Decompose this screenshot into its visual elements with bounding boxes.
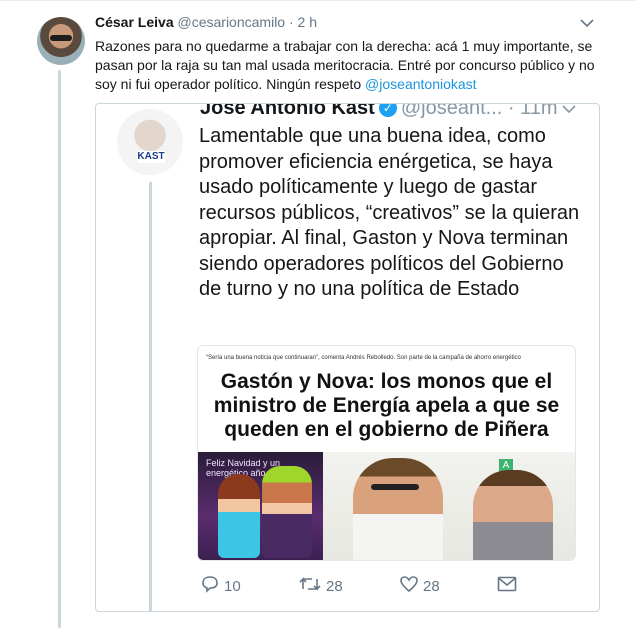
like-count: 28: [423, 577, 440, 595]
cartoon-girl: [218, 474, 260, 558]
photo-glasses: [371, 484, 419, 490]
avatar[interactable]: [37, 17, 85, 65]
quoted-chevron-down-icon[interactable]: [562, 104, 576, 119]
quoted-thread-line: [149, 182, 152, 611]
top-divider: [0, 0, 635, 1]
article-kicker: “Sería una buena noticia que continuaran…: [206, 355, 521, 361]
timestamp[interactable]: 2 h: [298, 14, 317, 30]
retweet-icon: [298, 575, 322, 598]
action-bar: 10 28 28: [96, 574, 599, 598]
photo-person-left: [353, 458, 443, 560]
avatar-glasses: [50, 35, 72, 41]
reply-button[interactable]: 10: [200, 574, 241, 598]
reply-count: 10: [224, 577, 241, 595]
retweet-button[interactable]: 28: [298, 574, 343, 598]
tweet-text-body: Razones para no quedarme a trabajar con …: [95, 38, 595, 92]
article-headline: Gastón y Nova: los monos que el ministro…: [213, 370, 560, 441]
heart-icon: [399, 575, 419, 598]
retweet-count: 28: [326, 577, 343, 595]
user-handle[interactable]: @cesarioncamilo: [178, 14, 286, 30]
thread-line: [58, 70, 61, 628]
quoted-display-name[interactable]: José Antonio Kast: [200, 104, 375, 119]
envelope-icon: [497, 576, 517, 596]
article-image[interactable]: “Sería una buena noticia que continuaran…: [197, 345, 576, 561]
reply-icon: [200, 575, 220, 598]
verified-icon: ✓: [378, 104, 397, 117]
cartoon-image: Feliz Navidad y un energético año nuevo: [198, 452, 323, 560]
quoted-timestamp[interactable]: 11m: [520, 104, 557, 119]
like-button[interactable]: 28: [399, 574, 440, 598]
separator-dot: ·: [288, 14, 294, 30]
quoted-separator: ·: [507, 103, 515, 119]
photo-image: A: [323, 452, 575, 560]
photo-person-right: [473, 470, 553, 560]
mention-link[interactable]: @joseantoniokast: [365, 76, 477, 92]
quoted-tweet-card[interactable]: KAST José Antonio Kast ✓ @joseant... · 11m…: [95, 103, 600, 612]
quoted-tweet-text: Lamentable que una buena idea, como prom…: [199, 125, 580, 300]
direct-message-button[interactable]: [497, 574, 517, 598]
tweet-text: Razones para no quedarme a trabajar con …: [95, 37, 600, 94]
display-name[interactable]: César Leiva: [95, 14, 174, 30]
quoted-avatar[interactable]: KAST: [117, 109, 183, 175]
chevron-down-icon[interactable]: [580, 16, 596, 30]
quoted-header: José Antonio Kast ✓ @joseant... · 11m: [200, 103, 558, 120]
kast-logo: KAST: [137, 151, 165, 163]
tweet-header: César Leiva @cesarioncamilo · 2 h: [95, 14, 615, 34]
quoted-handle[interactable]: @joseant...: [401, 104, 502, 119]
cartoon-boy: [262, 466, 312, 558]
